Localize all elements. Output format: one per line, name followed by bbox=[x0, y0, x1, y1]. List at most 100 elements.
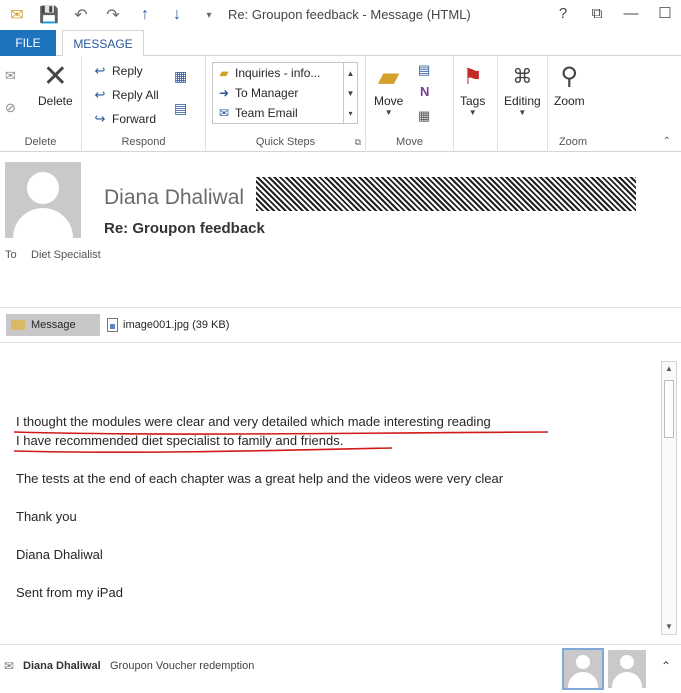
envelope-icon bbox=[11, 320, 25, 330]
redo-icon[interactable]: ↷ bbox=[102, 5, 124, 25]
zoom-button[interactable]: ⚲ Zoom bbox=[554, 60, 585, 108]
sender-name[interactable]: Diana Dhaliwal bbox=[104, 186, 244, 210]
editing-button[interactable]: ⌘ Editing ▼ bbox=[504, 60, 541, 117]
help-icon[interactable]: ? bbox=[555, 5, 571, 22]
maximize-icon[interactable]: ☐ bbox=[657, 4, 673, 22]
quick-step-label: To Manager bbox=[235, 86, 299, 100]
more-respond-icon[interactable]: ▤ bbox=[174, 100, 187, 117]
zoom-group-label: Zoom bbox=[558, 136, 588, 148]
undo-icon[interactable]: ↶ bbox=[70, 5, 92, 25]
email-icon: ✉ bbox=[218, 106, 230, 120]
save-icon[interactable]: 💾 bbox=[38, 5, 60, 25]
binoculars-icon: ⌘ bbox=[512, 66, 533, 88]
reply-button[interactable]: ↩ Reply bbox=[92, 63, 143, 79]
more-icon[interactable]: ▾ bbox=[348, 109, 352, 118]
previous-item-icon[interactable]: ↑ bbox=[134, 5, 156, 25]
delete-button-label: Delete bbox=[38, 94, 73, 108]
message-tab[interactable]: Message bbox=[6, 314, 100, 336]
reply-all-button[interactable]: ↩ Reply All bbox=[92, 87, 159, 103]
forward-button[interactable]: ↪ Forward bbox=[92, 111, 156, 127]
attachment-file-label: image001.jpg (39 KB) bbox=[123, 319, 230, 331]
ribbon: ✉ ⊘ ✕ Delete Delete ↩ Reply ↩ Reply All … bbox=[0, 56, 681, 152]
folder-move-icon: ▰ bbox=[219, 66, 229, 80]
title-bar: ✉ 💾 ↶ ↷ ↑ ↓ ▾ Re: Groupon feedback - Mes… bbox=[0, 0, 681, 30]
mail-icon[interactable]: ✉ bbox=[6, 5, 28, 25]
forward-icon: ↪ bbox=[94, 111, 106, 126]
scroll-thumb[interactable] bbox=[664, 380, 674, 438]
avatar-head bbox=[620, 655, 634, 669]
minimize-icon[interactable]: — bbox=[623, 5, 639, 22]
delete-group: ✉ ⊘ ✕ Delete Delete bbox=[0, 56, 82, 152]
editing-group: ⌘ Editing ▼ bbox=[498, 56, 548, 152]
sender-avatar[interactable] bbox=[5, 162, 81, 238]
forward-label: Forward bbox=[112, 112, 157, 126]
envelope-icon: ✉ bbox=[4, 659, 15, 673]
respond-group: ↩ Reply ↩ Reply All ↪ Forward ▦ ▤ Respon… bbox=[82, 56, 206, 152]
ribbon-collapse-icon[interactable]: ⌃ bbox=[663, 136, 671, 147]
quick-access-toolbar: ✉ 💾 ↶ ↷ ↑ ↓ ▾ bbox=[6, 5, 220, 25]
junk-icon[interactable]: ⊘ bbox=[5, 100, 16, 116]
quick-step-inquiries[interactable]: ▰ Inquiries - info... bbox=[213, 63, 357, 83]
reply-label: Reply bbox=[112, 64, 143, 78]
scroll-up-icon[interactable]: ▲ bbox=[347, 69, 355, 78]
people-pane-name[interactable]: Diana Dhaliwal bbox=[23, 660, 101, 672]
tab-file[interactable]: FILE bbox=[0, 30, 56, 56]
quick-step-to-manager[interactable]: ➜ To Manager bbox=[213, 83, 357, 103]
scroll-up-icon[interactable]: ▲ bbox=[662, 362, 676, 376]
vertical-scrollbar[interactable]: ▲ ▼ bbox=[661, 361, 677, 635]
quick-steps-group-label: Quick Steps bbox=[255, 136, 316, 148]
respond-group-label: Respond bbox=[121, 136, 166, 148]
redacted-email bbox=[256, 177, 636, 211]
message-header: Diana Dhaliwal Re: Groupon feedback To D… bbox=[0, 152, 681, 302]
tab-message[interactable]: MESSAGE bbox=[62, 30, 144, 57]
quick-steps-scroll[interactable]: ▲ ▼ ▾ bbox=[343, 63, 357, 123]
message-body[interactable]: I thought the modules were clear and ver… bbox=[0, 343, 681, 638]
customize-qat-icon[interactable]: ▾ bbox=[198, 5, 220, 25]
chevron-up-icon[interactable]: ⌃ bbox=[661, 659, 671, 673]
body-line: The tests at the end of each chapter was… bbox=[16, 471, 504, 486]
to-recipient[interactable]: Diet Specialist bbox=[31, 249, 101, 261]
scroll-down-icon[interactable]: ▼ bbox=[347, 89, 355, 98]
reply-icon: ↩ bbox=[94, 63, 106, 78]
body-line: Diana Dhaliwal bbox=[16, 547, 103, 562]
quick-steps-gallery: ▰ Inquiries - info... ➜ To Manager ✉ Tea… bbox=[212, 62, 358, 124]
delete-button[interactable]: ✕ Delete bbox=[38, 60, 73, 108]
ribbon-display-options-icon[interactable]: ⧉ bbox=[589, 5, 605, 22]
avatar-head bbox=[27, 172, 59, 204]
meeting-reply-icon[interactable]: ▦ bbox=[174, 68, 187, 85]
tags-button[interactable]: ⚑ Tags ▼ bbox=[460, 60, 485, 117]
window-controls: ? ⧉ — ☐ bbox=[555, 4, 673, 23]
body-line: Thank you bbox=[16, 509, 77, 524]
window-title: Re: Groupon feedback - Message (HTML) bbox=[228, 7, 471, 22]
forward-arrow-icon: ➜ bbox=[218, 86, 230, 100]
avatar-body bbox=[568, 672, 598, 688]
people-avatar-selected[interactable] bbox=[562, 648, 604, 690]
quick-steps-group: ▰ Inquiries - info... ➜ To Manager ✉ Tea… bbox=[206, 56, 366, 152]
body-line: Sent from my iPad bbox=[16, 585, 123, 600]
to-label: To bbox=[5, 249, 17, 261]
handwritten-underline bbox=[13, 431, 549, 454]
next-item-icon[interactable]: ↓ bbox=[166, 5, 188, 25]
people-pane-subject[interactable]: Groupon Voucher redemption bbox=[110, 660, 254, 672]
chevron-down-icon: ▼ bbox=[384, 108, 393, 117]
avatar-head bbox=[576, 655, 590, 669]
rules-icon[interactable]: ▤ bbox=[418, 62, 430, 78]
tags-button-label: Tags bbox=[460, 94, 486, 108]
ignore-icon[interactable]: ✉ bbox=[5, 68, 16, 84]
onenote-icon[interactable]: N bbox=[420, 84, 429, 99]
scroll-down-icon[interactable]: ▼ bbox=[662, 620, 676, 634]
editing-button-label: Editing bbox=[504, 94, 541, 108]
attachment-file[interactable]: image001.jpg (39 KB) bbox=[107, 314, 229, 336]
tags-group: ⚑ Tags ▼ bbox=[454, 56, 498, 152]
actions-icon[interactable]: ▦ bbox=[418, 108, 430, 124]
ribbon-tabs: FILE MESSAGE bbox=[0, 30, 681, 57]
avatar-body bbox=[13, 208, 73, 238]
quick-step-label: Inquiries - info... bbox=[235, 66, 321, 80]
message-tab-label: Message bbox=[31, 319, 76, 331]
chevron-down-icon: ▼ bbox=[468, 108, 477, 117]
people-avatar[interactable] bbox=[608, 650, 646, 688]
move-button[interactable]: ▰ Move ▼ bbox=[374, 60, 403, 117]
quick-step-team-email[interactable]: ✉ Team Email bbox=[213, 103, 357, 123]
zoom-group: ⚲ Zoom Zoom bbox=[548, 56, 598, 152]
avatar-body bbox=[612, 672, 642, 688]
